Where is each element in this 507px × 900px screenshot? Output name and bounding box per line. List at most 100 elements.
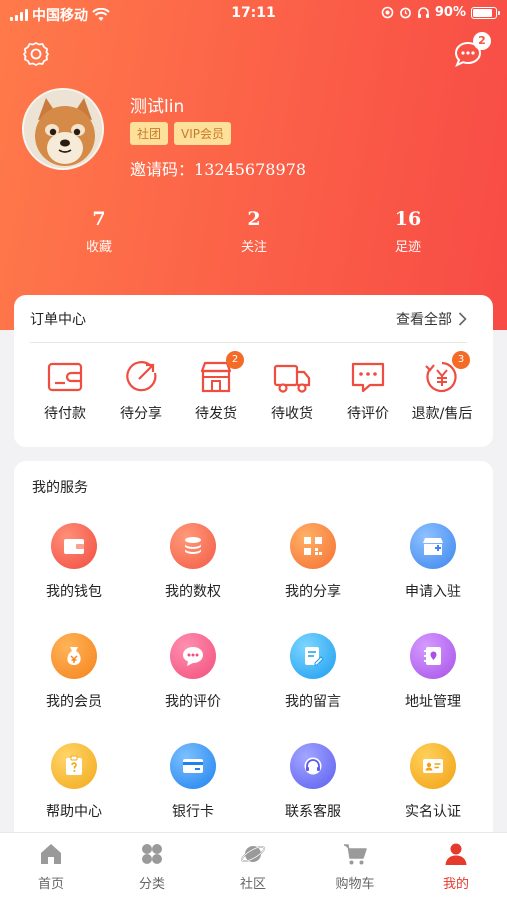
bank-card-icon [170, 743, 216, 789]
service-label: 实名认证 [405, 804, 461, 820]
tab-label: 首页 [37, 877, 64, 892]
service-label: 地址管理 [405, 694, 461, 710]
order-center-card: 订单中心 查看全部 待付款 待分享 2 待发货 待收货 待评价 3 退款/售后 [14, 295, 493, 447]
username: 测试lin [130, 97, 185, 117]
comment-icon [351, 362, 385, 393]
order-pending-receipt[interactable]: 待收货 [254, 357, 330, 423]
service-my-reviews[interactable]: 我的评价 [138, 633, 248, 711]
service-label: 帮助中心 [46, 804, 102, 820]
location-lock-icon [381, 6, 394, 19]
planet-icon [241, 845, 265, 863]
service-data-rights[interactable]: 我的数权 [138, 523, 248, 601]
user-icon [445, 843, 467, 865]
service-apply-settle[interactable]: 申请入驻 [378, 523, 488, 601]
order-pending-payment[interactable]: 待付款 [27, 357, 103, 423]
stat-label: 足迹 [394, 240, 421, 255]
wallet-icon [51, 523, 97, 569]
tab-label: 分类 [138, 877, 165, 892]
view-all-label: 查看全部 [396, 311, 452, 328]
truck-icon [273, 364, 311, 393]
stat-label: 关注 [240, 240, 267, 255]
service-wallet[interactable]: 我的钱包 [19, 523, 129, 601]
service-membership[interactable]: 我的会员 [19, 633, 129, 711]
chat-icon [170, 633, 216, 679]
order-pending-share[interactable]: 待分享 [103, 357, 179, 423]
invite-label: 邀请码： [130, 160, 195, 179]
service-label: 我的数权 [165, 584, 221, 600]
service-help-center[interactable]: 帮助中心 [19, 743, 129, 821]
order-badge: 3 [452, 351, 470, 369]
service-bank-card[interactable]: 银行卡 [138, 743, 248, 821]
tab-mine[interactable]: 我的 [411, 841, 501, 892]
service-customer-support[interactable]: 联系客服 [258, 743, 368, 821]
stat-value: 16 [394, 208, 422, 230]
service-label: 我的会员 [46, 694, 102, 710]
order-center-header: 订单中心 查看全部 [30, 295, 467, 343]
settings-button[interactable] [22, 40, 50, 68]
qrcode-icon [290, 523, 336, 569]
headphones-icon [417, 7, 429, 18]
tag-vip: VIP会员 [174, 122, 232, 145]
tab-community[interactable]: 社区 [208, 841, 298, 892]
tab-label: 社区 [239, 877, 266, 892]
service-label: 我的钱包 [46, 584, 102, 600]
order-item-label: 待发货 [195, 406, 237, 422]
avatar[interactable] [22, 88, 104, 170]
service-label: 联系客服 [285, 804, 341, 820]
tab-category[interactable]: 分类 [107, 841, 197, 892]
gear-icon [23, 42, 49, 66]
status-bar: 中国移动 17:11 90% [0, 0, 507, 28]
stat-value: 2 [247, 208, 261, 230]
service-label: 我的留言 [285, 694, 341, 710]
stat-favorites[interactable]: 7 收藏 [39, 208, 159, 255]
order-badge: 2 [226, 351, 244, 369]
user-tags: 社团 VIP会员 [130, 122, 232, 145]
tab-label: 购物车 [335, 877, 375, 892]
order-refund-aftersale[interactable]: 3 退款/售后 [404, 351, 480, 423]
invite-code[interactable]: 邀请码：13245678978 [130, 156, 306, 180]
bottom-tab-bar: 首页 分类 社区 购物车 我的 [0, 832, 507, 900]
service-label: 我的评价 [165, 694, 221, 710]
message-count-badge: 2 [473, 32, 491, 50]
stat-value: 7 [92, 208, 106, 230]
coins-icon [170, 523, 216, 569]
order-item-label: 待收货 [271, 406, 313, 422]
service-real-name-auth[interactable]: 实名认证 [378, 743, 488, 821]
stat-following[interactable]: 2 关注 [194, 208, 314, 255]
messages-button[interactable]: 2 [453, 32, 491, 68]
stat-footprints[interactable]: 16 足迹 [348, 208, 468, 255]
stat-label: 收藏 [85, 240, 112, 255]
store-icon [410, 523, 456, 569]
home-icon [41, 844, 61, 864]
alarm-icon [399, 7, 411, 19]
order-item-label: 退款/售后 [411, 406, 473, 422]
service-label: 我的分享 [285, 584, 341, 600]
service-label: 银行卡 [172, 804, 214, 820]
order-pending-review[interactable]: 待评价 [330, 357, 406, 423]
order-pending-shipment[interactable]: 2 待发货 [178, 351, 254, 423]
tag-club: 社团 [130, 122, 169, 145]
note-icon [290, 633, 336, 679]
service-label: 申请入驻 [405, 584, 461, 600]
chevron-right-icon [458, 311, 467, 326]
cart-icon [344, 844, 367, 865]
battery-icon [471, 6, 500, 19]
service-my-share[interactable]: 我的分享 [258, 523, 368, 601]
battery-percent: 90% [434, 5, 466, 20]
tab-home[interactable]: 首页 [6, 841, 96, 892]
tab-label: 我的 [442, 877, 469, 892]
view-all-orders-link[interactable]: 查看全部 [396, 309, 467, 329]
share-icon [126, 361, 157, 392]
order-item-label: 待分享 [120, 406, 162, 422]
invite-code-value: 13245678978 [194, 160, 306, 179]
order-center-title: 订单中心 [30, 311, 86, 328]
help-icon [51, 743, 97, 789]
money-bag-icon [51, 633, 97, 679]
order-item-label: 待付款 [44, 406, 86, 422]
order-item-label: 待评价 [347, 406, 389, 422]
tab-cart[interactable]: 购物车 [310, 841, 400, 892]
category-icon [142, 844, 162, 864]
headset-icon [290, 743, 336, 789]
service-my-messages[interactable]: 我的留言 [258, 633, 368, 711]
service-address[interactable]: 地址管理 [378, 633, 488, 711]
